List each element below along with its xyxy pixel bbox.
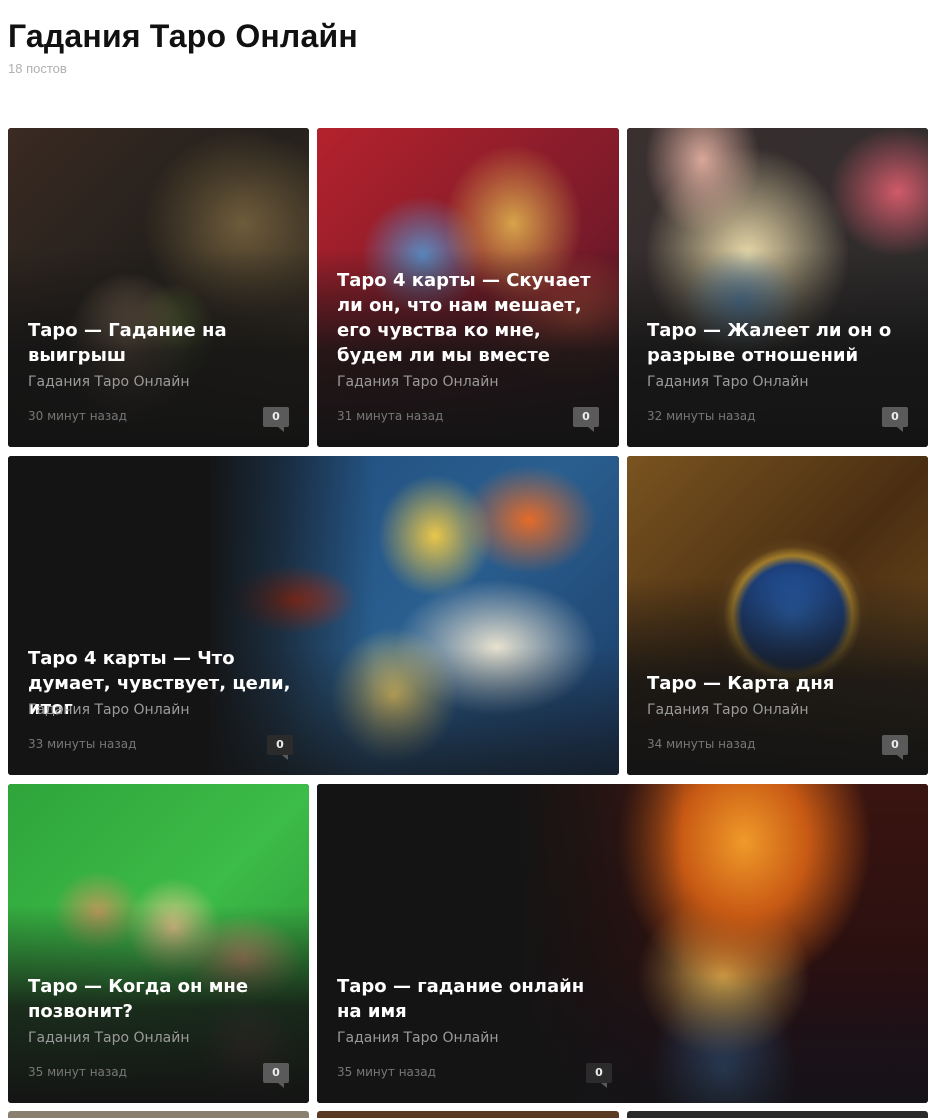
comments-count-badge[interactable]: 0 <box>573 407 599 432</box>
post-title[interactable]: Таро — гадание онлайн на имя <box>337 974 608 1024</box>
comments-count-badge[interactable]: 0 <box>263 407 289 432</box>
post-author[interactable]: Гадания Таро Онлайн <box>647 702 809 718</box>
post-time: 30 минут назад <box>28 409 127 423</box>
page-title: Гадания Таро Онлайн <box>8 18 358 54</box>
post-time: 32 минуты назад <box>647 409 756 423</box>
post-count: 18 постов <box>8 61 67 76</box>
post-author[interactable]: Гадания Таро Онлайн <box>28 374 190 390</box>
comments-count-badge[interactable]: 0 <box>882 407 908 432</box>
post-author[interactable]: Гадания Таро Онлайн <box>647 374 809 390</box>
post-card[interactable]: Таро — Когда он мне позвонит? Гадания Та… <box>8 784 309 1103</box>
post-author[interactable]: Гадания Таро Онлайн <box>337 1030 499 1046</box>
post-card[interactable]: Таро — Жалеет ли он о разрыве отношений … <box>627 128 928 447</box>
post-title[interactable]: Таро — Когда он мне позвонит? <box>28 974 287 1024</box>
post-author[interactable]: Гадания Таро Онлайн <box>28 702 190 718</box>
post-title[interactable]: Таро — Карта дня <box>647 671 906 696</box>
post-time: 31 минута назад <box>337 409 444 423</box>
post-author[interactable]: Гадания Таро Онлайн <box>28 1030 190 1046</box>
post-time: 33 минуты назад <box>28 737 137 751</box>
post-card[interactable]: Таро 4 карты — Скучает ли он, что нам ме… <box>317 128 619 447</box>
post-card[interactable]: Таро — гадание онлайн на имя Гадания Тар… <box>317 784 928 1103</box>
comments-count-badge[interactable]: 0 <box>263 1063 289 1088</box>
post-card-partial[interactable] <box>627 1111 928 1118</box>
post-title[interactable]: Таро 4 карты — Скучает ли он, что нам ме… <box>337 268 597 368</box>
post-time: 35 минут назад <box>337 1065 436 1079</box>
post-card[interactable]: Таро 4 карты — Что думает, чувствует, це… <box>8 456 619 775</box>
post-card-partial[interactable] <box>8 1111 309 1118</box>
comments-count-badge[interactable]: 0 <box>882 735 908 760</box>
post-time: 35 минут назад <box>28 1065 127 1079</box>
post-card[interactable]: Таро — Карта дня Гадания Таро Онлайн 34 … <box>627 456 928 775</box>
comments-count-badge[interactable]: 0 <box>586 1063 612 1088</box>
post-card-partial[interactable] <box>317 1111 619 1118</box>
post-card[interactable]: Таро — Гадание на выигрыш Гадания Таро О… <box>8 128 309 447</box>
comments-count-badge[interactable]: 0 <box>267 735 293 760</box>
post-title[interactable]: Таро — Гадание на выигрыш <box>28 318 287 368</box>
post-time: 34 минуты назад <box>647 737 756 751</box>
post-author[interactable]: Гадания Таро Онлайн <box>337 374 499 390</box>
post-title[interactable]: Таро — Жалеет ли он о разрыве отношений <box>647 318 906 368</box>
